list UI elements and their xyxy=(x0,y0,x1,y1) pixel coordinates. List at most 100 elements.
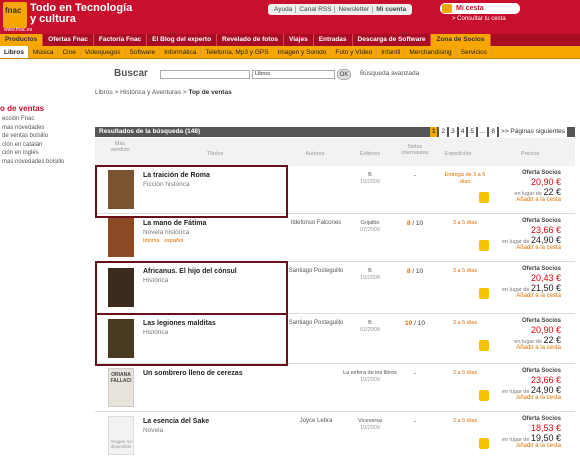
socio-offer: Oferta Socios xyxy=(521,368,561,374)
page-3[interactable]: 3 xyxy=(449,127,457,137)
book-rating: 8 / 10 xyxy=(400,220,430,227)
add-to-cart-link[interactable]: Añadir a la cesta xyxy=(495,345,561,351)
consult-cart-link[interactable]: > Consultar tu cesta xyxy=(452,16,506,22)
socio-icon xyxy=(479,438,489,449)
sidebar-item[interactable]: ección Fnac xyxy=(0,116,90,122)
add-to-cart-link[interactable]: Añadir a la cesta xyxy=(495,197,561,203)
book-title[interactable]: La mano de Fátima xyxy=(143,220,206,227)
nav-ofertas[interactable]: Ofertas Fnac xyxy=(43,34,94,46)
subnav-telefonia[interactable]: Telefonía, Mp3 y GPS xyxy=(201,46,274,58)
subnav-servicios[interactable]: Servicios xyxy=(457,46,493,58)
pagination: 1 2 3 4 5 ... 8 >> Páginas siguientes xyxy=(429,127,567,137)
add-to-cart-link[interactable]: Añadir a la cesta xyxy=(495,293,561,299)
rating-value: 8 xyxy=(406,220,411,227)
offer-price: 20,90 € xyxy=(530,177,561,187)
search-bar: Buscar Libros OK Búsqueda avanzada xyxy=(0,60,580,86)
price-block: Oferta Socios 18,53 € en lugar de 19,50 … xyxy=(495,416,561,449)
col-shipping[interactable]: Expedición xyxy=(435,151,481,157)
add-to-cart-link[interactable]: Añadir a la cesta xyxy=(495,443,561,449)
sidebar-item[interactable]: mas novedades bolsillo xyxy=(0,159,90,165)
add-to-cart-link[interactable]: Añadir a la cesta xyxy=(495,395,561,401)
old-price: 24,90 € xyxy=(530,385,561,395)
book-language: Idioma : español xyxy=(143,238,184,244)
socio-offer: Oferta Socios xyxy=(521,218,561,224)
book-rating: 8 / 10 xyxy=(400,268,430,275)
logo-url: www.fnac.es xyxy=(4,27,33,33)
nav-entradas[interactable]: Entradas xyxy=(314,34,353,46)
nav-zona-socios[interactable]: Zona de Socios xyxy=(431,34,491,46)
col-bestseller[interactable]: Más vendido xyxy=(109,141,131,153)
breadcrumb-path[interactable]: Libros > Histórica y Aventuras > xyxy=(95,89,188,96)
nav-factoria[interactable]: Factoría Fnac xyxy=(94,34,148,46)
sidebar-item[interactable]: de ventas bolsillo xyxy=(0,133,90,139)
col-prices[interactable]: Precios xyxy=(510,151,550,157)
edit-date: 10/2008 xyxy=(360,275,380,281)
col-titles[interactable]: Títulos xyxy=(195,151,235,157)
subnav-videojuegos[interactable]: Videojuegos xyxy=(81,46,126,58)
rss-link[interactable]: Canal RSS xyxy=(296,6,336,13)
top-links: Ayuda Canal RSS Newsletter Mi cuenta xyxy=(268,4,413,15)
sidebar-item[interactable]: ción en catalán xyxy=(0,142,90,148)
subnav-software[interactable]: Software xyxy=(126,46,161,58)
account-link[interactable]: Mi cuenta xyxy=(373,6,409,13)
socio-icon xyxy=(479,192,489,203)
shipping-info: 3 a 5 días xyxy=(452,320,478,326)
shipping-info: 3 a 5 días xyxy=(452,220,478,226)
nav-viajes[interactable]: Viajes xyxy=(284,34,314,46)
book-cover[interactable]: Imagen no disponible xyxy=(108,416,134,455)
book-title[interactable]: La esencia del Sake xyxy=(143,418,209,425)
search-category-select[interactable]: Libros xyxy=(252,70,335,79)
book-rating: 10 / 10 xyxy=(400,320,430,327)
col-ratings[interactable]: Notas internautas xyxy=(397,144,433,156)
sidebar-item[interactable]: mas novedades xyxy=(0,125,90,131)
page-5[interactable]: 5 xyxy=(468,127,476,137)
newsletter-link[interactable]: Newsletter xyxy=(335,6,374,13)
nav-blog[interactable]: El Blog del experto xyxy=(147,34,218,46)
page-1[interactable]: 1 xyxy=(429,127,438,137)
cart-button[interactable]: Mi cesta xyxy=(440,3,520,14)
subnav-informatica[interactable]: Informática xyxy=(160,46,202,58)
page-4[interactable]: 4 xyxy=(458,127,467,137)
fnac-logo[interactable]: fnac xyxy=(3,2,27,28)
sidebar-item[interactable]: ción en inglés xyxy=(0,150,90,156)
socio-offer: Oferta Socios xyxy=(521,416,561,422)
highlight-box xyxy=(95,313,288,366)
price-block: Oferta Socios 23,66 € en lugar de 24,90 … xyxy=(495,368,561,401)
col-editors[interactable]: Editores xyxy=(350,151,390,157)
old-price: 22 € xyxy=(543,187,561,197)
subnav-libros[interactable]: Libros xyxy=(0,46,29,58)
next-pages-link[interactable]: >> Páginas siguientes xyxy=(499,127,567,137)
nav-productos[interactable]: Productos xyxy=(0,34,44,46)
page-2[interactable]: 2 xyxy=(439,127,448,137)
book-title[interactable]: Un sombrero lleno de cerezas xyxy=(143,370,243,377)
book-editor: Grijalbo 07/2009 xyxy=(340,220,400,234)
page-8[interactable]: 8 xyxy=(489,127,498,137)
old-price: 22 € xyxy=(543,335,561,345)
subnav-foto[interactable]: Foto y Vídeo xyxy=(331,46,378,58)
add-to-cart-link[interactable]: Añadir a la cesta xyxy=(495,245,561,251)
old-price: 24,90 € xyxy=(530,235,561,245)
table-row: La mano de Fátima Novela histórica Idiom… xyxy=(95,214,575,262)
subnav-imagen[interactable]: Imagen y Sonido xyxy=(274,46,332,58)
subnav-merchandising[interactable]: Merchandising xyxy=(405,46,457,58)
subnav-musica[interactable]: Música xyxy=(29,46,59,58)
cart-icon xyxy=(442,4,452,13)
search-input[interactable] xyxy=(160,70,250,79)
subnav-infantil[interactable]: Infantil xyxy=(377,46,406,58)
shipping-info: 3 a 5 días xyxy=(452,268,478,274)
socio-icon xyxy=(479,288,489,299)
search-ok-button[interactable]: OK xyxy=(337,69,351,80)
price-block: Oferta Socios 23,66 € en lugar de 24,90 … xyxy=(495,218,561,251)
editor-name: B xyxy=(368,172,372,178)
breadcrumb-current: Top de ventas xyxy=(188,89,232,96)
col-authors[interactable]: Autores xyxy=(295,151,335,157)
nav-software[interactable]: Descarga de Software xyxy=(353,34,432,46)
regular-price: en lugar de 21,50 € xyxy=(495,283,561,293)
book-cover[interactable]: ORIANA FALLACI xyxy=(108,368,134,407)
subnav-cine[interactable]: Cine xyxy=(58,46,81,58)
book-cover[interactable] xyxy=(108,218,134,257)
sub-nav: Libros Música Cine Videojuegos Software … xyxy=(0,46,580,59)
nav-revelado[interactable]: Revelado de fotos xyxy=(217,34,285,46)
help-link[interactable]: Ayuda xyxy=(271,6,297,13)
advanced-search-link[interactable]: Búsqueda avanzada xyxy=(360,70,419,77)
